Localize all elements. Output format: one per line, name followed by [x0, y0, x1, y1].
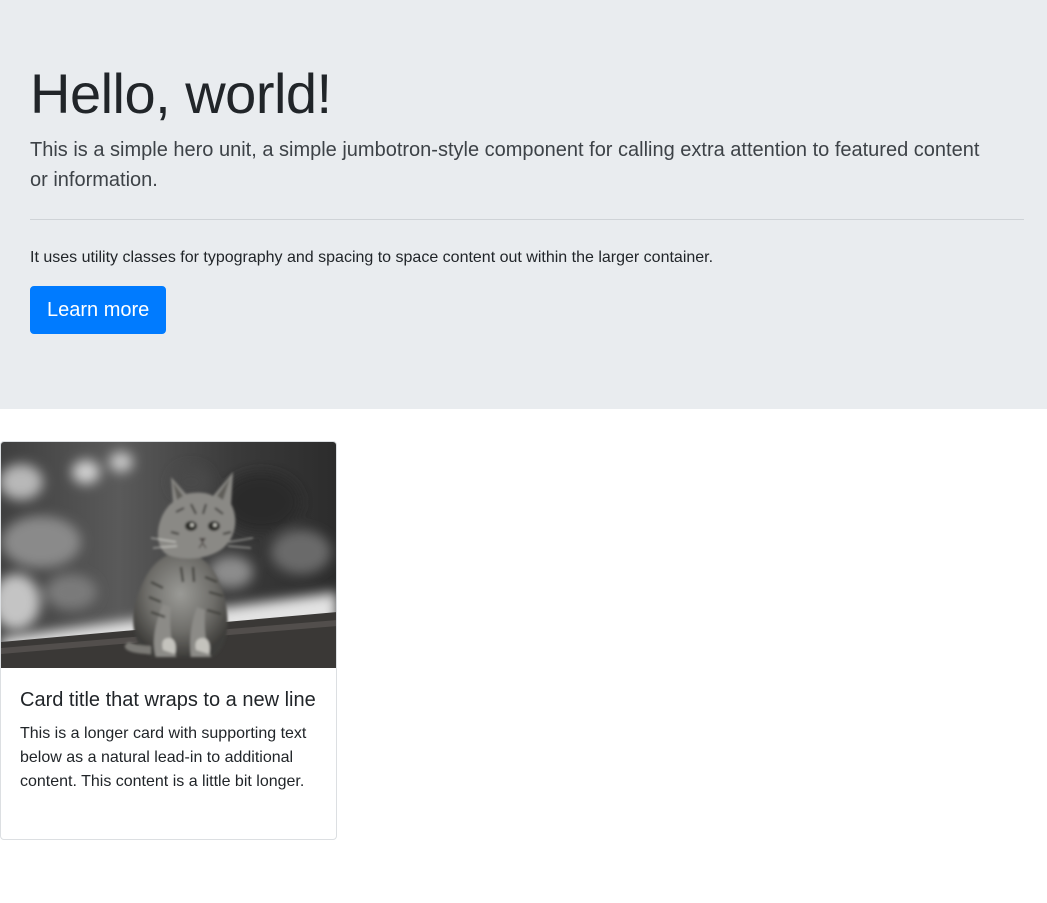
hero-title: Hello, world!: [30, 62, 332, 125]
hero-divider: [30, 219, 1024, 221]
card-text: This is a longer card with supporting te…: [20, 725, 307, 790]
hero-lead-text: This is a simple hero unit, a simple jum…: [30, 139, 980, 192]
jumbotron-hero: Hello, world! This is a simple hero unit…: [0, 0, 1047, 409]
learn-more-button[interactable]: Learn more: [30, 286, 167, 335]
card-image-kitten: [1, 442, 336, 668]
card: Card title that wraps to a new line This…: [0, 441, 337, 840]
hero-body-text: It uses utility classes for typography a…: [30, 249, 714, 267]
card-body: Card title that wraps to a new line This…: [1, 668, 336, 794]
card-title: Card title that wraps to a new line: [20, 689, 316, 711]
